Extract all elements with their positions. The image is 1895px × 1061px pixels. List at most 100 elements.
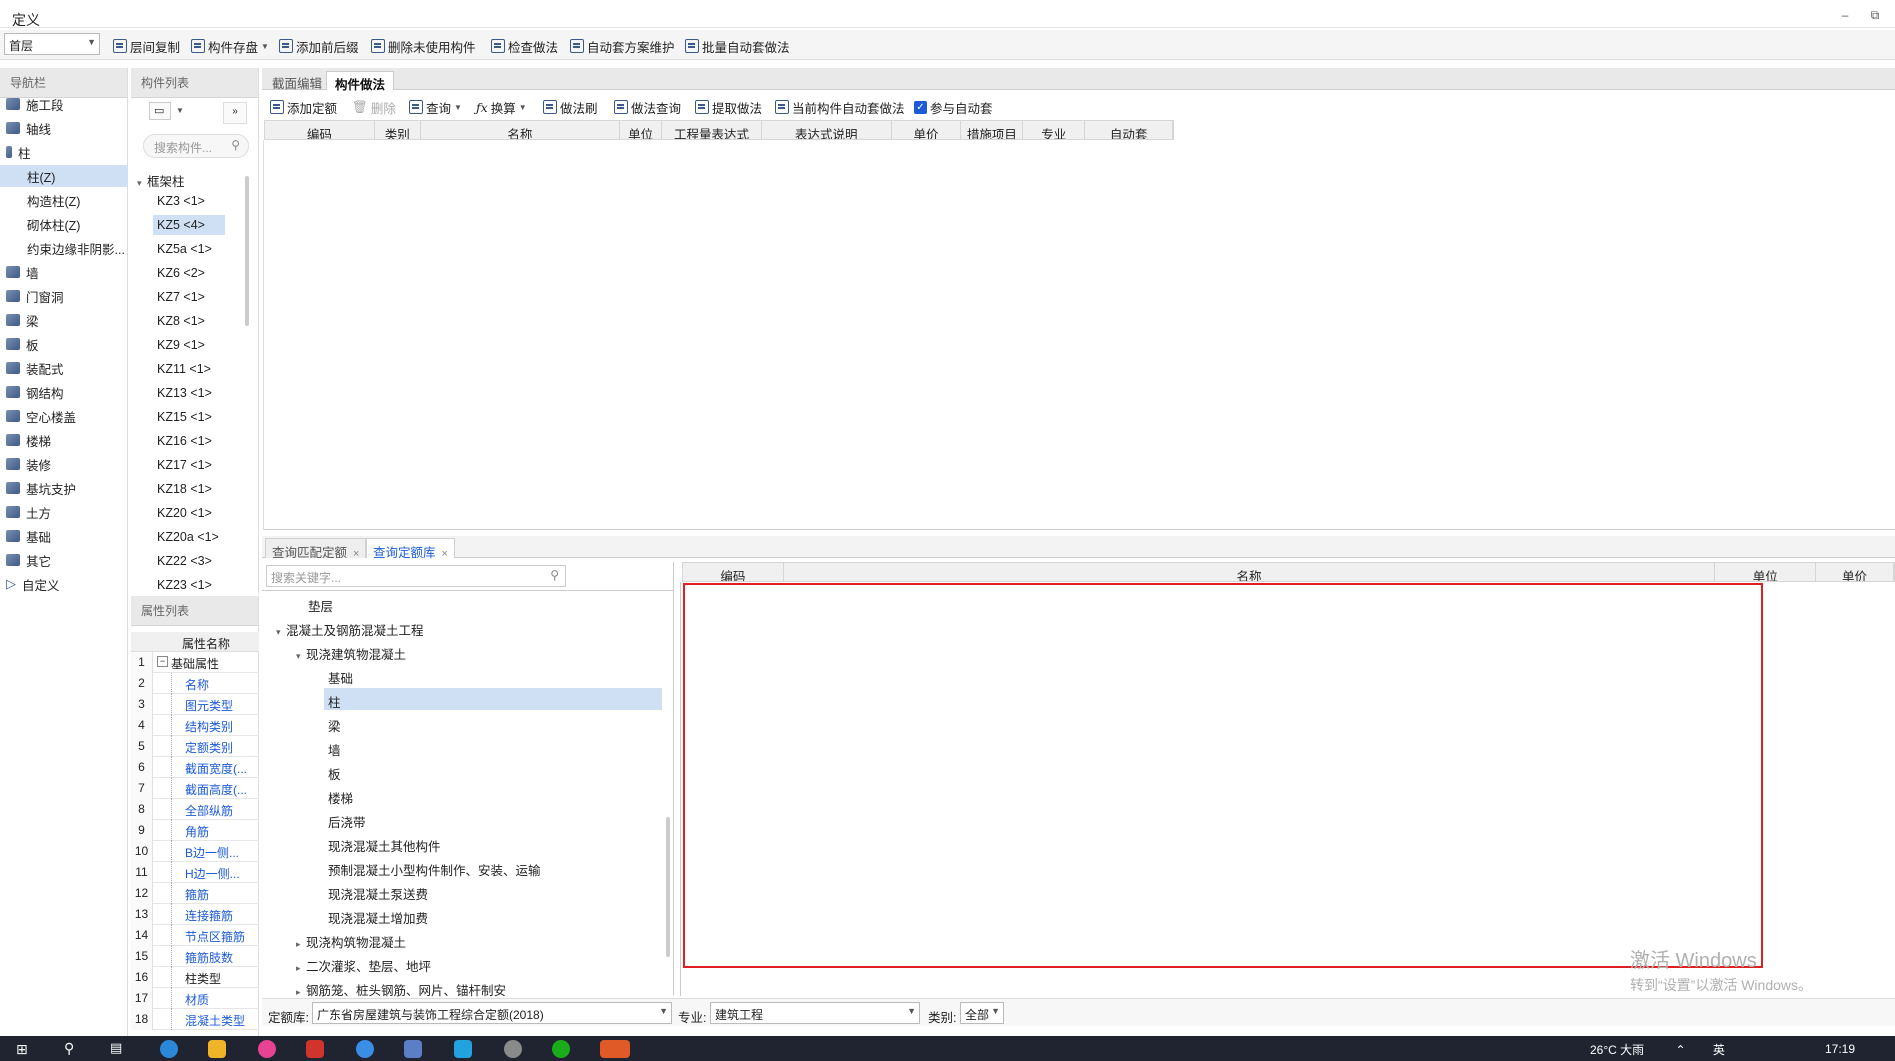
quota-library-select[interactable]: 广东省房屋建筑与装饰工程综合定额(2018) ▼ xyxy=(312,1002,672,1024)
column-header-price[interactable]: 单价 xyxy=(892,121,962,139)
list-item[interactable]: KZ20 <1> xyxy=(153,503,225,523)
table-row[interactable]: 12 箍筋 xyxy=(131,883,259,904)
auto-scheme-button[interactable]: 自动套方案维护 xyxy=(570,37,675,55)
nav-item-construct-column[interactable]: 构造柱(Z) xyxy=(0,189,128,211)
tree-node[interactable]: 预制混凝土小型构件制作、安装、运输 xyxy=(328,856,541,878)
browser-icon[interactable] xyxy=(258,1040,276,1058)
nav-item-wall[interactable]: 墙 xyxy=(0,261,128,283)
column-header-expression-desc[interactable]: 表达式说明 xyxy=(762,121,892,139)
collapse-box-icon[interactable]: − xyxy=(157,656,168,667)
tab-match-quota[interactable]: 查询匹配定额 × xyxy=(265,538,367,560)
nav-item-stair[interactable]: 楼梯 xyxy=(0,429,128,451)
nav-item-prefab[interactable]: 装配式 xyxy=(0,357,128,379)
batch-auto-button[interactable]: 批量自动套做法 xyxy=(685,37,790,55)
column-header-name[interactable]: 名称 xyxy=(784,563,1716,581)
list-item[interactable]: KZ13 <1> xyxy=(153,383,225,403)
list-item[interactable]: KZ3 <1> xyxy=(153,191,225,211)
search-icon[interactable]: ⚲ xyxy=(64,1040,74,1057)
list-item[interactable]: KZ5 <4> xyxy=(153,215,225,235)
auto-apply-checkbox[interactable]: ✓ 参与自动套 xyxy=(914,98,993,116)
nav-item-masonry-column[interactable]: 砌体柱(Z) xyxy=(0,213,128,235)
tree-node[interactable]: 墙 xyxy=(328,736,341,758)
column-header-code[interactable]: 编码 xyxy=(265,121,375,139)
check-method-button[interactable]: 检查做法 xyxy=(491,37,558,55)
restore-button[interactable]: ⧉ xyxy=(1865,8,1885,24)
list-item[interactable]: KZ23 <1> xyxy=(153,575,225,595)
column-header-measure[interactable]: 措施项目 xyxy=(961,121,1024,139)
column-header-unit[interactable]: 单位 xyxy=(620,121,663,139)
add-quota-button[interactable]: 添加定额 xyxy=(270,98,337,116)
major-select[interactable]: 建筑工程 ▼ xyxy=(710,1002,920,1024)
minimize-button[interactable]: – xyxy=(1835,8,1855,24)
floor-copy-button[interactable]: 层间复制 xyxy=(113,37,180,55)
table-row[interactable]: 9 角筋 xyxy=(131,820,259,841)
folder-icon[interactable] xyxy=(208,1040,226,1058)
tree-node[interactable]: 垫层 xyxy=(308,592,333,614)
delete-button[interactable]: 🗑 删除 xyxy=(352,98,396,116)
component-search-input[interactable]: 搜索构件... ⚲ xyxy=(143,134,249,158)
column-header-name[interactable]: 名称 xyxy=(421,121,621,139)
ime-indicator[interactable]: 英 xyxy=(1713,1043,1725,1057)
tree-node[interactable]: ▸ 现浇构筑物混凝土 xyxy=(296,928,406,950)
list-item[interactable]: KZ22 <3> xyxy=(153,551,225,571)
column-header-expression[interactable]: 工程量表达式 xyxy=(662,121,762,139)
list-item[interactable]: KZ6 <2> xyxy=(153,263,225,283)
tree-node[interactable]: ▾ 混凝土及钢筋混凝土工程 xyxy=(276,616,424,638)
tab-component-method[interactable]: 构件做法 xyxy=(326,71,395,92)
new-component-button[interactable]: ▭ xyxy=(149,102,171,120)
query-button[interactable]: 查询 ▼ xyxy=(409,98,462,116)
task-view-icon[interactable]: ▤ xyxy=(110,1040,122,1056)
nav-item-axis[interactable]: 轴线 xyxy=(0,117,128,139)
nav-item-other[interactable]: 其它 xyxy=(0,549,128,571)
list-item[interactable]: KZ5a <1> xyxy=(153,239,225,259)
list-item[interactable]: KZ16 <1> xyxy=(153,431,225,451)
nav-item-column[interactable]: 柱 xyxy=(0,141,128,163)
category-select[interactable]: 全部 ▼ xyxy=(960,1002,1004,1024)
glodon-icon[interactable] xyxy=(356,1040,374,1058)
chevron-down-icon[interactable]: ▼ xyxy=(176,106,184,115)
tree-node[interactable]: 柱 xyxy=(324,688,662,710)
table-row[interactable]: 7 截面高度(... xyxy=(131,778,259,799)
table-row[interactable]: 14 节点区箍筋 xyxy=(131,925,259,946)
table-row[interactable]: 8 全部纵筋 xyxy=(131,799,259,820)
tab-section-edit[interactable]: 截面编辑 xyxy=(264,71,330,91)
list-item[interactable]: KZ17 <1> xyxy=(153,455,225,475)
table-row[interactable]: 2 名称 xyxy=(131,673,259,694)
tree-node[interactable]: ▸ 钢筋笼、桩头钢筋、网片、锚杆制安 xyxy=(296,976,506,998)
nav-item-hollow-floor[interactable]: 空心楼盖 xyxy=(0,405,128,427)
edge-icon[interactable] xyxy=(160,1040,178,1058)
quota-search-input[interactable]: 搜索关键字... ⚲ xyxy=(266,565,566,587)
tree-node[interactable]: 梁 xyxy=(328,712,341,734)
column-header-type[interactable]: 类别 xyxy=(375,121,421,139)
grid-app-icon[interactable] xyxy=(454,1040,472,1058)
nav-item-opening[interactable]: 门窗洞 xyxy=(0,285,128,307)
nav-item-decoration[interactable]: 装修 xyxy=(0,453,128,475)
list-item[interactable]: KZ15 <1> xyxy=(153,407,225,427)
tree-group-frame-column[interactable]: ▾ 框架柱 xyxy=(137,171,185,190)
weather-text[interactable]: 26°C 大雨 xyxy=(1590,1043,1644,1057)
table-row[interactable]: 1− 基础属性 xyxy=(131,652,259,673)
delete-unused-button[interactable]: 删除未使用构件 xyxy=(371,37,476,55)
method-query-button[interactable]: 做法查询 xyxy=(614,98,681,116)
column-header-price[interactable]: 单价 xyxy=(1816,563,1894,581)
tree-node[interactable]: 板 xyxy=(328,760,341,782)
nav-item-custom[interactable]: ▷ 自定义 xyxy=(0,573,128,595)
floor-select[interactable]: 首层 ▼ xyxy=(4,33,100,55)
convert-button[interactable]: ƒx 换算 ▼ xyxy=(476,98,527,116)
tree-node[interactable]: ▾ 现浇建筑物混凝土 xyxy=(296,640,406,662)
add-affix-button[interactable]: 添加前后缀 xyxy=(279,37,359,55)
tree-node[interactable]: 楼梯 xyxy=(328,784,353,806)
nav-item-slab[interactable]: 板 xyxy=(0,333,128,355)
list-item[interactable]: KZ18 <1> xyxy=(153,479,225,499)
tree-node[interactable]: 现浇混凝土泵送费 xyxy=(328,880,428,902)
tree-node[interactable]: 后浇带 xyxy=(328,808,366,830)
nav-item-pit-support[interactable]: 基坑支护 xyxy=(0,477,128,499)
table-row[interactable]: 13 连接箍筋 xyxy=(131,904,259,925)
list-item[interactable]: KZ8 <1> xyxy=(153,311,225,331)
save-component-button[interactable]: 构件存盘 ▼ xyxy=(191,37,269,55)
tree-node[interactable]: 现浇混凝土增加费 xyxy=(328,904,428,926)
column-header-unit[interactable]: 单位 xyxy=(1715,563,1817,581)
extract-method-button[interactable]: 提取做法 xyxy=(695,98,762,116)
table-row[interactable]: 6 截面宽度(... xyxy=(131,757,259,778)
tree-node[interactable]: 现浇混凝土其他构件 xyxy=(328,832,441,854)
